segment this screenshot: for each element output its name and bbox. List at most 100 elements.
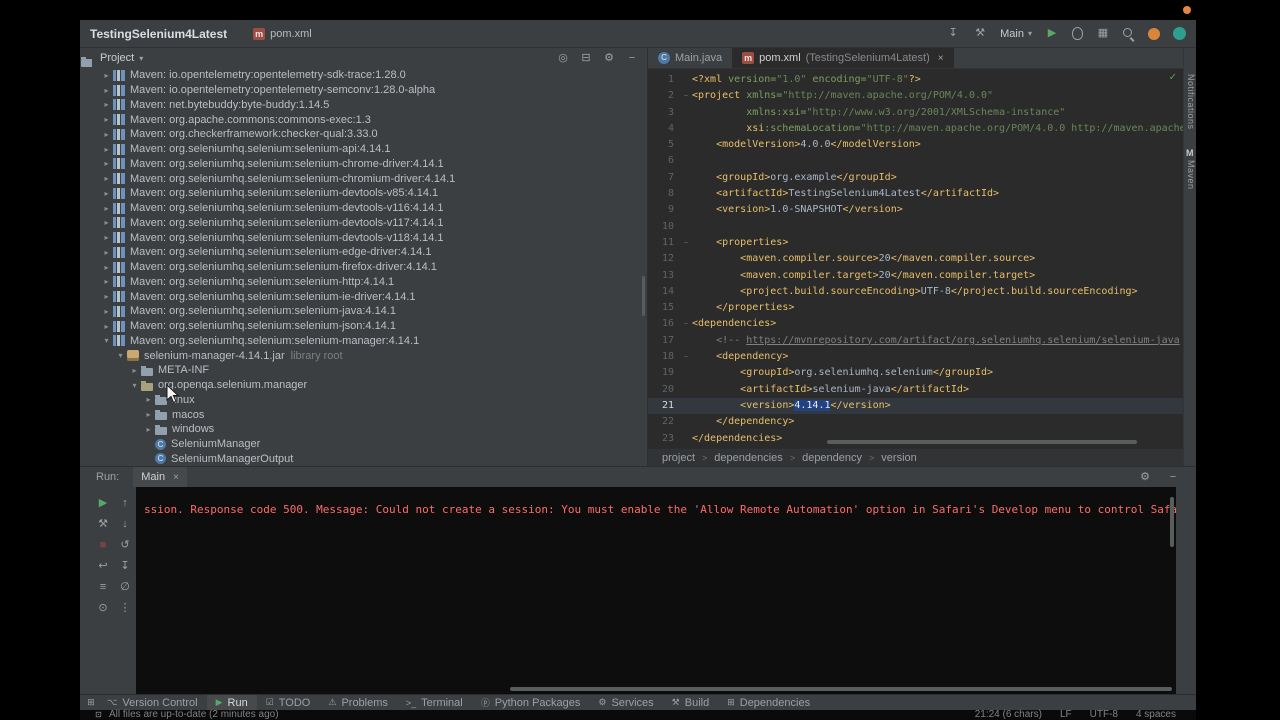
navigate-up-icon[interactable]: ↑ [118,497,132,511]
search-icon[interactable] [1123,27,1135,40]
tree-item[interactable]: ▸ Maven: org.seleniumhq.selenium:selenium… [92,142,647,157]
tree-item[interactable]: ▾ selenium-manager-4.14.1.jar library root [92,348,647,363]
tree-item[interactable]: ▸ macos [92,407,647,422]
tool-window-layout-icon[interactable]: ⊞ [84,696,98,710]
tool-window-tab[interactable]: >_ Terminal [397,695,472,710]
tree-item[interactable]: ▸ windows [92,422,647,437]
tree-item[interactable]: ▸ Maven: org.checkerframework:checker-qua… [92,127,647,142]
code-editor[interactable]: 1 <?xml version="1.0" encoding="UTF-8"?> 2… [648,68,1183,448]
inspections-ok-icon[interactable]: ✓ [1169,72,1177,83]
code-line[interactable]: 15 </properties> [648,300,1183,316]
tree-item[interactable]: ▸ Maven: org.seleniumhq.selenium:selenium… [92,304,647,319]
chevron-right-icon[interactable]: ▸ [100,322,113,331]
navigate-down-icon[interactable]: ↓ [118,518,132,532]
code-line[interactable]: 9 <version>1.0-SNAPSHOT</version> [648,202,1183,218]
tree-item[interactable]: ▸ Maven: org.seleniumhq.selenium:selenium… [92,289,647,304]
status-item[interactable]: 4 spaces [1136,710,1176,720]
breadcrumb-item[interactable]: version [881,452,916,464]
tree-item[interactable]: ▸ Maven: net.bytebuddy:byte-buddy:1.14.5 [92,98,647,113]
chevron-right-icon[interactable]: ▸ [100,86,113,95]
breadcrumb-item[interactable]: dependencies [714,452,783,464]
chevron-down-icon[interactable]: ▾ [100,336,113,345]
chevron-down-icon[interactable]: ▾ [114,351,127,360]
user-avatar[interactable] [1173,27,1186,40]
tool-window-tab[interactable]: ▶ Run [206,695,257,710]
fold-marker[interactable]: − [680,316,692,332]
tree-item[interactable]: ▸ Maven: io.opentelemetry:opentelemetry-s… [92,68,647,83]
title-file[interactable]: pom.xml [253,27,312,40]
tool-window-tab[interactable]: ⚒ Build [663,695,719,710]
status-item[interactable]: LF [1060,710,1072,720]
tool-window-tab[interactable]: ☑ TODO [257,695,320,710]
tree-item[interactable]: ▸ Maven: org.seleniumhq.selenium:selenium… [92,260,647,275]
chevron-right-icon[interactable]: ▸ [100,130,113,139]
chevron-right-icon[interactable]: ▸ [100,307,113,316]
chevron-right-icon[interactable]: ▸ [100,189,113,198]
locate-file-icon[interactable]: ◎ [556,51,570,65]
tool-window-tab[interactable]: ⌥ Version Control [98,695,207,710]
stripe-maven-tab[interactable]: Maven [1186,160,1196,190]
code-line[interactable]: 19 <groupId>org.seleniumhq.selenium</gro… [648,365,1183,381]
panel-settings-icon[interactable]: ⚙ [602,51,616,65]
tree-item[interactable]: ▾ Maven: org.seleniumhq.selenium:selenium… [92,334,647,349]
clear-all-icon[interactable]: ∅ [118,581,132,595]
chevron-right-icon[interactable]: ▸ [128,366,141,375]
stop-button[interactable]: ■ [96,539,110,553]
tree-item[interactable]: ▸ Maven: org.seleniumhq.selenium:selenium… [92,201,647,216]
tree-item[interactable]: ▸ Maven: org.seleniumhq.selenium:selenium… [92,245,647,260]
chevron-right-icon[interactable]: ▸ [100,204,113,213]
tool-window-tab[interactable]: ⚠ Problems [319,695,397,710]
soft-wrap-icon[interactable]: ↩ [96,560,110,574]
update-project-icon[interactable]: ↧ [946,27,960,41]
code-line[interactable]: 7 <groupId>org.example</groupId> [648,170,1183,186]
code-line[interactable]: 21 <version>4.14.1</version> [648,397,1183,415]
code-line[interactable]: 5 <modelVersion>4.0.0</modelVersion> [648,137,1183,153]
run-settings-gear-icon[interactable]: ⚙ [1138,470,1152,484]
breadcrumb-item[interactable]: project [662,452,695,464]
build-icon[interactable]: ⚒ [973,27,987,41]
chevron-right-icon[interactable]: ▸ [142,395,155,404]
chevron-right-icon[interactable]: ▸ [142,425,155,434]
code-line[interactable]: 13 <maven.compiler.target>20</maven.comp… [648,268,1183,284]
code-line[interactable]: 3 xmlns:xsi="http://www.w3.org/2001/XMLS… [648,105,1183,121]
chevron-right-icon[interactable]: ▸ [100,174,113,183]
run-console[interactable]: ssion. Response code 500. Message: Could… [136,487,1176,694]
tree-item[interactable]: ▸ Maven: org.seleniumhq.selenium:selenium… [92,186,647,201]
project-panel-title[interactable]: Project [100,52,134,64]
code-line[interactable]: 18− <dependency> [648,349,1183,365]
breadcrumb-item[interactable]: dependency [802,452,862,464]
chevron-right-icon[interactable]: ▸ [100,115,113,124]
code-line[interactable]: 4 xsi:schemaLocation="http://maven.apach… [648,121,1183,137]
chevron-right-icon[interactable]: ▸ [100,159,113,168]
code-line[interactable]: 10 [648,219,1183,235]
run-tab-main[interactable]: Main × [133,467,187,487]
tree-item[interactable]: ▸ Maven: org.seleniumhq.selenium:selenium… [92,230,647,245]
code-line[interactable]: 8 <artifactId>TestingSelenium4Latest</ar… [648,186,1183,202]
code-line[interactable]: 20 <artifactId>selenium-java</artifactId… [648,382,1183,398]
editor-hscrollbar[interactable] [827,440,1137,444]
code-line[interactable]: 6 [648,153,1183,169]
fold-marker[interactable]: − [680,235,692,251]
chevron-down-icon[interactable]: ▾ [128,381,141,390]
close-icon[interactable]: × [938,53,944,64]
rerun-button[interactable]: ▶ [96,497,110,511]
chevron-right-icon[interactable]: ▸ [100,145,113,154]
code-line[interactable]: 14 <project.build.sourceEncoding>UTF-8</… [648,284,1183,300]
more-options-icon[interactable]: ⋮ [118,602,132,616]
tree-item[interactable]: ▸ Maven: org.seleniumhq.selenium:selenium… [92,319,647,334]
chevron-right-icon[interactable]: ▸ [100,277,113,286]
editor-tab[interactable]: Main.java [648,48,732,68]
code-line[interactable]: 16− <dependencies> [648,316,1183,332]
chevron-right-icon[interactable]: ▸ [100,100,113,109]
tree-item[interactable]: ▸ Maven: org.seleniumhq.selenium:selenium… [92,275,647,290]
chevron-right-icon[interactable]: ▸ [100,218,113,227]
tree-item[interactable]: SeleniumManagerOutput [92,452,647,467]
chevron-right-icon[interactable]: ▸ [142,410,155,419]
profiler-icon[interactable]: ▦ [1096,27,1110,41]
fold-marker[interactable]: − [680,349,692,365]
chevron-right-icon[interactable]: ▸ [100,292,113,301]
code-line[interactable]: 12 <maven.compiler.source>20</maven.comp… [648,251,1183,267]
chevron-right-icon[interactable]: ▸ [100,248,113,257]
tree-item[interactable]: ▸ Maven: org.seleniumhq.selenium:selenium… [92,171,647,186]
editor-tab[interactable]: pom.xml (TestingSelenium4Latest) × [732,48,954,68]
